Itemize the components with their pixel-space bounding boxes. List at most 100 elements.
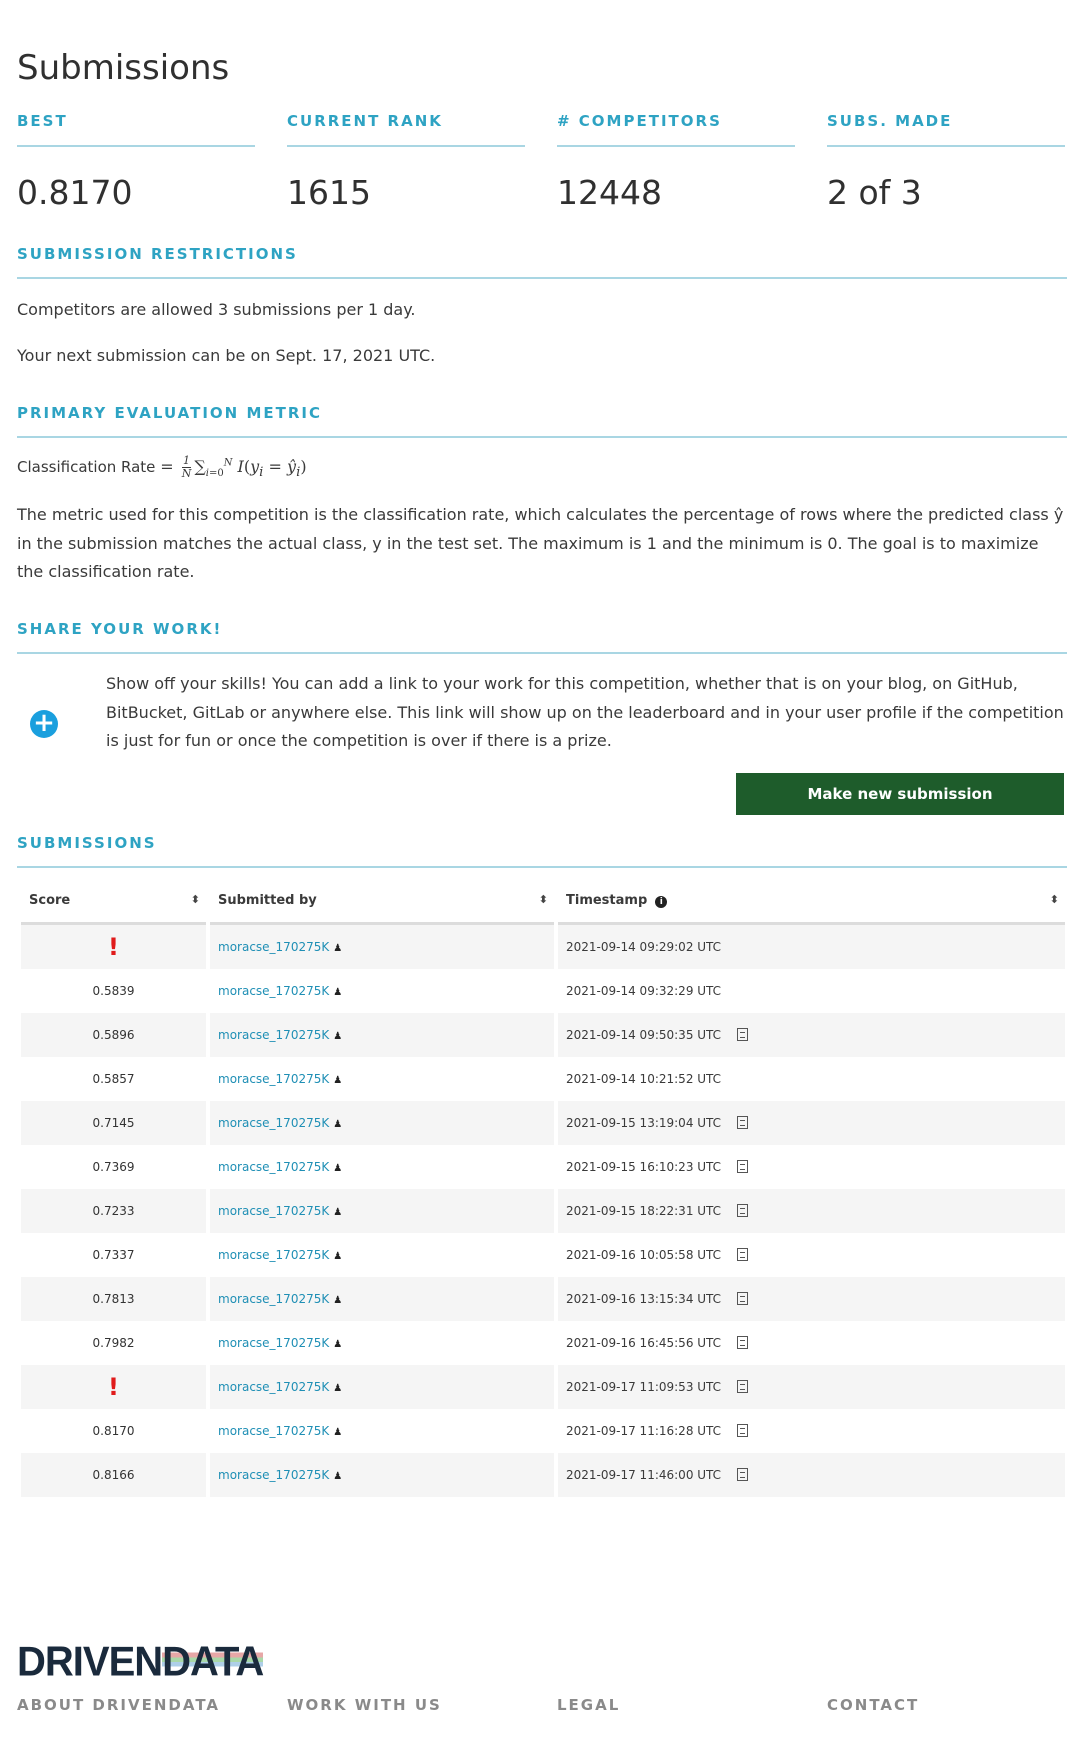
metric-formula: Classification Rate = 1 N ∑i=0N I(yi = ŷi)	[17, 455, 307, 481]
column-label: Score	[29, 892, 71, 908]
user-link[interactable]: moracse_170275K	[218, 940, 329, 954]
submitted-by-cell: moracse_170275K ♟	[210, 1057, 554, 1101]
score-cell: 0.5857	[21, 1057, 206, 1101]
file-icon[interactable]	[737, 1424, 749, 1437]
file-icon[interactable]	[737, 1160, 749, 1173]
restriction-line: Competitors are allowed 3 submissions pe…	[17, 300, 416, 319]
submitted-by-cell: moracse_170275K ♟	[210, 1365, 554, 1409]
submissions-table-body: ! moracse_170275K ♟ 2021-09-14 09:29:02 UTC…	[21, 925, 1065, 1497]
user-icon: ♟	[333, 1119, 343, 1130]
footer-link-work-with-us[interactable]: WORK WITH US	[287, 1696, 442, 1714]
file-icon[interactable]	[737, 1028, 749, 1041]
file-icon[interactable]	[737, 1380, 749, 1393]
submission-restrictions-heading: SUBMISSION RESTRICTIONS	[17, 245, 1067, 279]
file-icon[interactable]	[737, 1248, 749, 1261]
user-link[interactable]: moracse_170275K	[218, 1336, 329, 1350]
score-cell: 0.7813	[21, 1277, 206, 1321]
user-link[interactable]: moracse_170275K	[218, 1204, 329, 1218]
stat-current-rank: CURRENT RANK 1615	[287, 112, 525, 212]
user-link[interactable]: moracse_170275K	[218, 1116, 329, 1130]
timestamp-text: 2021-09-16 16:45:56 UTC	[566, 1336, 722, 1350]
timestamp-cell: 2021-09-16 10:05:58 UTC	[558, 1233, 1065, 1277]
sort-icon[interactable]: ⬍	[1050, 893, 1059, 906]
submissions-table: Score ⬍ Submitted by ⬍ Timestamp i ⬍ ! moracs…	[17, 878, 1069, 1497]
timestamp-text: 2021-09-14 09:32:29 UTC	[566, 984, 722, 998]
user-icon: ♟	[333, 1295, 343, 1306]
user-icon: ♟	[333, 1427, 343, 1438]
timestamp-text: 2021-09-14 09:50:35 UTC	[566, 1028, 722, 1042]
user-link[interactable]: moracse_170275K	[218, 1072, 329, 1086]
user-link[interactable]: moracse_170275K	[218, 1248, 329, 1262]
file-icon[interactable]	[737, 1204, 749, 1217]
next-submission-line: Your next submission can be on Sept. 17,…	[17, 346, 436, 365]
column-label: Submitted by	[218, 892, 317, 908]
page: Submissions BEST 0.8170 CURRENT RANK 161…	[0, 0, 1080, 1744]
user-link[interactable]: moracse_170275K	[218, 1292, 329, 1306]
user-link[interactable]: moracse_170275K	[218, 984, 329, 998]
user-link[interactable]: moracse_170275K	[218, 1424, 329, 1438]
table-row: 0.5839 moracse_170275K ♟ 2021-09-14 09:32:2…	[21, 969, 1065, 1013]
submitted-by-cell: moracse_170275K ♟	[210, 925, 554, 969]
column-header-timestamp[interactable]: Timestamp i ⬍	[558, 878, 1065, 925]
timestamp-text: 2021-09-15 13:19:04 UTC	[566, 1116, 722, 1130]
file-icon[interactable]	[737, 1468, 749, 1481]
column-header-score[interactable]: Score ⬍	[21, 878, 206, 925]
table-row: ! moracse_170275K ♟ 2021-09-17 11:09:53 UTC	[21, 1365, 1065, 1409]
timestamp-text: 2021-09-16 10:05:58 UTC	[566, 1248, 722, 1262]
submitted-by-cell: moracse_170275K ♟	[210, 1233, 554, 1277]
timestamp-cell: 2021-09-15 18:22:31 UTC	[558, 1189, 1065, 1233]
share-description: Show off your skills! You can add a link…	[106, 674, 1064, 750]
user-link[interactable]: moracse_170275K	[218, 1160, 329, 1174]
timestamp-text: 2021-09-17 11:16:28 UTC	[566, 1424, 722, 1438]
sort-icon[interactable]: ⬍	[191, 893, 200, 906]
user-icon: ♟	[333, 1383, 343, 1394]
user-link[interactable]: moracse_170275K	[218, 1468, 329, 1482]
footer-link-legal[interactable]: LEGAL	[557, 1696, 620, 1714]
user-link[interactable]: moracse_170275K	[218, 1028, 329, 1042]
stat-label: # COMPETITORS	[557, 112, 795, 147]
sort-icon[interactable]: ⬍	[539, 893, 548, 906]
logo-text: DRIVEN	[17, 1638, 163, 1686]
submissions-heading: SUBMISSIONS	[17, 834, 1067, 868]
table-row: 0.7145 moracse_170275K ♟ 2021-09-15 13:19:0…	[21, 1101, 1065, 1145]
column-header-submitted-by[interactable]: Submitted by ⬍	[210, 878, 554, 925]
make-new-submission-button[interactable]: Make new submission	[736, 773, 1064, 815]
timestamp-cell: 2021-09-14 10:21:52 UTC	[558, 1057, 1065, 1101]
submitted-by-cell: moracse_170275K ♟	[210, 1189, 554, 1233]
user-icon: ♟	[333, 987, 343, 998]
user-icon: ♟	[333, 1163, 343, 1174]
submitted-by-cell: moracse_170275K ♟	[210, 1145, 554, 1189]
table-row: 0.8170 moracse_170275K ♟ 2021-09-17 11:16:2…	[21, 1409, 1065, 1453]
timestamp-cell: 2021-09-17 11:09:53 UTC	[558, 1365, 1065, 1409]
file-icon[interactable]	[737, 1116, 749, 1129]
score-cell: 0.7145	[21, 1101, 206, 1145]
stat-subs-made: SUBS. MADE 2 of 3	[827, 112, 1065, 212]
timestamp-cell: 2021-09-16 13:15:34 UTC	[558, 1277, 1065, 1321]
user-icon: ♟	[333, 1207, 343, 1218]
error-icon: !	[21, 1365, 206, 1409]
timestamp-text: 2021-09-14 09:29:02 UTC	[566, 940, 722, 954]
table-row: 0.7337 moracse_170275K ♟ 2021-09-16 10:05:5…	[21, 1233, 1065, 1277]
evaluation-metric-heading: PRIMARY EVALUATION METRIC	[17, 404, 1067, 438]
footer-link-contact[interactable]: CONTACT	[827, 1696, 919, 1714]
plus-circle-icon[interactable]: +	[30, 710, 58, 738]
column-label: Timestamp	[566, 892, 648, 908]
file-icon[interactable]	[737, 1336, 749, 1349]
share-work-heading: SHARE YOUR WORK!	[17, 620, 1067, 654]
page-title: Submissions	[17, 48, 230, 88]
file-icon[interactable]	[737, 1292, 749, 1305]
score-cell: 0.5896	[21, 1013, 206, 1057]
logo-text-data: DATA	[162, 1638, 264, 1686]
user-link[interactable]: moracse_170275K	[218, 1380, 329, 1394]
drivendata-logo[interactable]: DRIVENDATA	[17, 1638, 264, 1686]
info-icon[interactable]: i	[655, 895, 668, 908]
score-cell: 0.7369	[21, 1145, 206, 1189]
formula-label: Classification Rate	[17, 458, 156, 476]
stat-value: 1615	[287, 173, 371, 212]
timestamp-cell: 2021-09-17 11:16:28 UTC	[558, 1409, 1065, 1453]
footer-link-about[interactable]: ABOUT DRIVENDATA	[17, 1696, 220, 1714]
submitted-by-cell: moracse_170275K ♟	[210, 1277, 554, 1321]
table-row: 0.7369 moracse_170275K ♟ 2021-09-15 16:10:2…	[21, 1145, 1065, 1189]
timestamp-cell: 2021-09-14 09:29:02 UTC	[558, 925, 1065, 969]
table-row: 0.7233 moracse_170275K ♟ 2021-09-15 18:22:3…	[21, 1189, 1065, 1233]
